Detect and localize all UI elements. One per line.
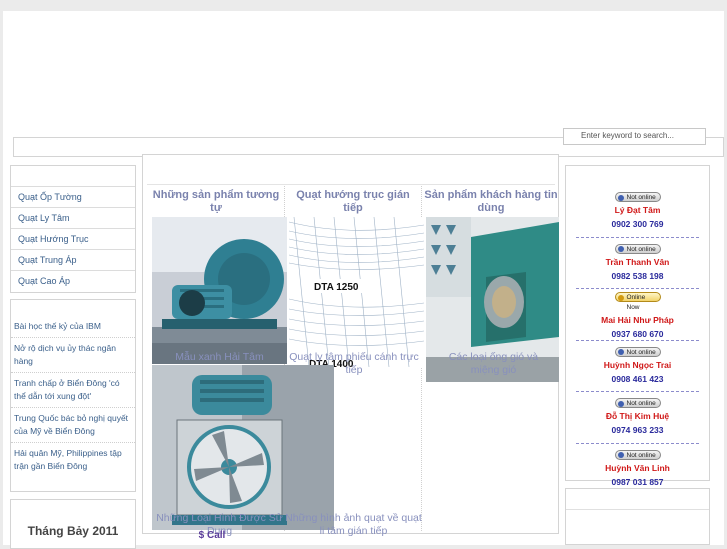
menu-item[interactable]: Quạt Hướng Trục (11, 228, 135, 249)
support-phone: 0987 031 857 (611, 476, 664, 487)
news-item[interactable]: Tranh chấp ở Biển Đông 'có thể dẫn tới x… (11, 373, 135, 408)
messenger-icon (617, 349, 624, 355)
messenger-icon (617, 400, 624, 407)
support-entry: Not online Đỗ Thị Kim Huệ 0974 963 233 (576, 392, 699, 444)
support-entry: Not online Lý Đạt Tâm 0902 300 769 (576, 186, 699, 238)
status-badge[interactable]: Not online (614, 398, 661, 408)
support-phone: 0908 461 423 (611, 373, 664, 384)
menu-item[interactable]: Quạt Ốp Tường (11, 186, 135, 207)
status-badge[interactable]: Not online (614, 192, 661, 202)
support-entry: Online Now Mai Hải Như Pháp 0937 680 670 (576, 289, 699, 341)
fan-chart-image[interactable]: DTA 1250 DTA 1400 (288, 216, 425, 370)
news-item[interactable]: Nở rộ dịch vụ ủy thác ngân hàng (11, 338, 135, 373)
header-banner (3, 11, 724, 136)
calendar-box: Tháng Bảy 2011 (10, 499, 136, 549)
product-title[interactable]: Sản phẩm khách hàng tin dùng (424, 189, 558, 215)
product-grid-header (147, 164, 555, 185)
support-phone: 0982 538 198 (611, 270, 664, 281)
messenger-icon (617, 294, 624, 301)
product-menu-header (11, 166, 135, 186)
support-name: Lý Đạt Tâm (614, 205, 661, 215)
news-header (11, 300, 135, 316)
search-input[interactable]: Enter keyword to search... (563, 128, 706, 145)
product-caption[interactable]: Các loại ống gió và miệng gió (436, 351, 551, 377)
messenger-icon (617, 452, 624, 458)
calendar-month: Tháng Bảy 2011 (27, 524, 119, 538)
support-name: Huỳnh Văn Linh (605, 462, 670, 473)
product-title[interactable]: Những sản phẩm tương tự (150, 189, 282, 215)
chart-label: DTA 1250 (314, 282, 359, 293)
news-box: Bài học thế kỷ của IBM Nở rộ dịch vụ ủy … (10, 299, 136, 492)
status-badge[interactable]: Not online (614, 346, 661, 357)
messenger-icon (617, 194, 624, 201)
status-badge[interactable]: Not online (614, 243, 661, 254)
support-panel: Not online Lý Đạt Tâm 0902 300 769 Not o… (565, 165, 710, 487)
status-badge[interactable]: Not online (614, 449, 661, 460)
support-entry: Not online Trần Thanh Vân 0982 538 198 (576, 238, 699, 289)
product-caption[interactable]: Những hình ảnh quạt về quạt li tâm gián … (285, 512, 422, 538)
price-label: $ Call (198, 530, 226, 541)
support-phone: 0937 680 670 (611, 329, 664, 339)
product-menu: Quạt Ốp Tường Quạt Ly Tâm Quạt Hướng Trụ… (10, 165, 136, 293)
menu-item[interactable]: Quạt Cao Áp (11, 270, 135, 291)
product-caption[interactable]: Mẫu xanh Hải Tâm (152, 351, 287, 364)
news-item[interactable]: Trung Quốc bác bỏ nghị quyết của Mỹ về B… (11, 408, 135, 443)
right-box (565, 488, 710, 545)
product-photo[interactable] (152, 217, 287, 364)
right-box-header (566, 489, 709, 510)
support-phone: 0974 963 233 (611, 425, 664, 435)
menu-item[interactable]: Quạt Trung Áp (11, 249, 135, 270)
product-photo[interactable] (152, 365, 334, 530)
news-item[interactable]: Hải quân Mỹ, Philippines tập trận gần Bi… (11, 443, 135, 477)
news-item[interactable]: Bài học thế kỷ của IBM (11, 316, 135, 338)
support-name: Đỗ Thị Kim Huệ (605, 411, 670, 421)
messenger-icon (617, 246, 624, 252)
menu-item[interactable]: Quạt Ly Tâm (11, 207, 135, 228)
product-title[interactable]: Quạt hướng trục gián tiếp (286, 189, 420, 215)
support-name: Trần Thanh Vân (605, 256, 670, 267)
status-badge[interactable]: Online Now (614, 292, 661, 311)
support-entry: Not online Huỳnh Ngọc Trai 0908 461 423 (576, 341, 699, 392)
support-name: Mai Hải Như Pháp (601, 315, 674, 325)
support-header (566, 166, 709, 186)
support-phone: 0902 300 769 (611, 219, 664, 229)
support-name: Huỳnh Ngọc Trai (603, 359, 672, 370)
